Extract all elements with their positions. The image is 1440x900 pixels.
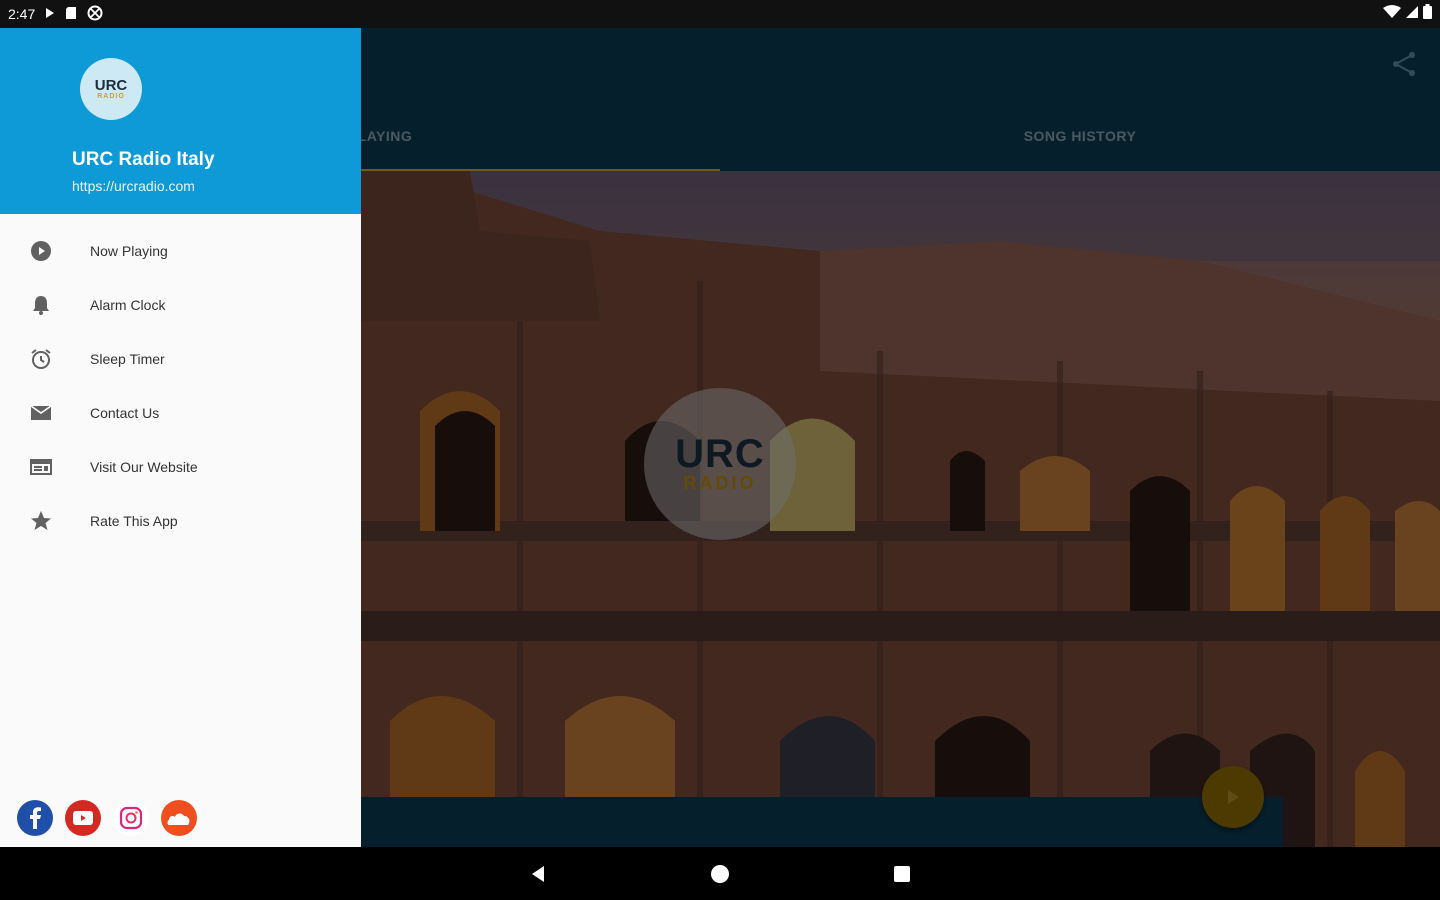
- mail-icon: [28, 400, 54, 426]
- menu-item-contact-us[interactable]: Contact Us: [0, 386, 361, 440]
- wifi-icon: [1383, 4, 1401, 24]
- menu-label: Now Playing: [90, 243, 168, 259]
- bell-icon: [28, 292, 54, 318]
- facebook-button[interactable]: [17, 800, 53, 836]
- status-bar: 2:47: [0, 0, 1440, 28]
- menu-item-visit-website[interactable]: Visit Our Website: [0, 440, 361, 494]
- alarm-clock-icon: [28, 346, 54, 372]
- avatar: URC RADIO: [80, 58, 142, 120]
- menu-label: Visit Our Website: [90, 459, 198, 475]
- back-icon: [532, 866, 544, 882]
- menu-item-sleep-timer[interactable]: Sleep Timer: [0, 332, 361, 386]
- soundcloud-button[interactable]: [161, 800, 197, 836]
- system-nav-bar: [0, 847, 1440, 900]
- recents-icon: [894, 866, 910, 882]
- menu-label: Contact Us: [90, 405, 160, 421]
- web-icon: [28, 454, 54, 480]
- sd-card-icon: [65, 6, 77, 23]
- instagram-icon: [119, 806, 143, 830]
- avatar-text-urc: URC: [94, 77, 128, 94]
- back-button[interactable]: [526, 862, 550, 886]
- youtube-button[interactable]: [65, 800, 101, 836]
- drawer-title: URC Radio Italy: [72, 149, 215, 170]
- signal-icon: [1405, 5, 1419, 24]
- menu-item-rate-app[interactable]: Rate This App: [0, 494, 361, 548]
- no-disturb-icon: [87, 5, 103, 24]
- star-icon: [28, 508, 54, 534]
- avatar-text-radio: RADIO: [97, 93, 125, 100]
- drawer-menu: Now Playing Alarm Clock Sleep Timer Cont…: [0, 224, 361, 548]
- menu-label: Rate This App: [90, 513, 178, 529]
- menu-item-now-playing[interactable]: Now Playing: [0, 224, 361, 278]
- menu-label: Sleep Timer: [90, 351, 165, 367]
- play-status-icon: [45, 6, 55, 22]
- navigation-drawer: URC RADIO URC Radio Italy https://urcrad…: [0, 28, 361, 847]
- recents-button[interactable]: [890, 862, 914, 886]
- battery-icon: [1423, 4, 1432, 24]
- menu-label: Alarm Clock: [90, 297, 166, 313]
- home-icon: [711, 865, 729, 883]
- play-circle-icon: [28, 238, 54, 264]
- status-time: 2:47: [8, 6, 36, 22]
- instagram-button[interactable]: [113, 800, 149, 836]
- soundcloud-icon: [167, 813, 190, 825]
- home-button[interactable]: [708, 862, 732, 886]
- social-links: [17, 800, 197, 836]
- drawer-url[interactable]: https://urcradio.com: [72, 178, 195, 194]
- facebook-icon: [30, 807, 41, 829]
- drawer-header: URC RADIO URC Radio Italy https://urcrad…: [0, 28, 361, 214]
- youtube-icon: [73, 811, 93, 825]
- menu-item-alarm-clock[interactable]: Alarm Clock: [0, 278, 361, 332]
